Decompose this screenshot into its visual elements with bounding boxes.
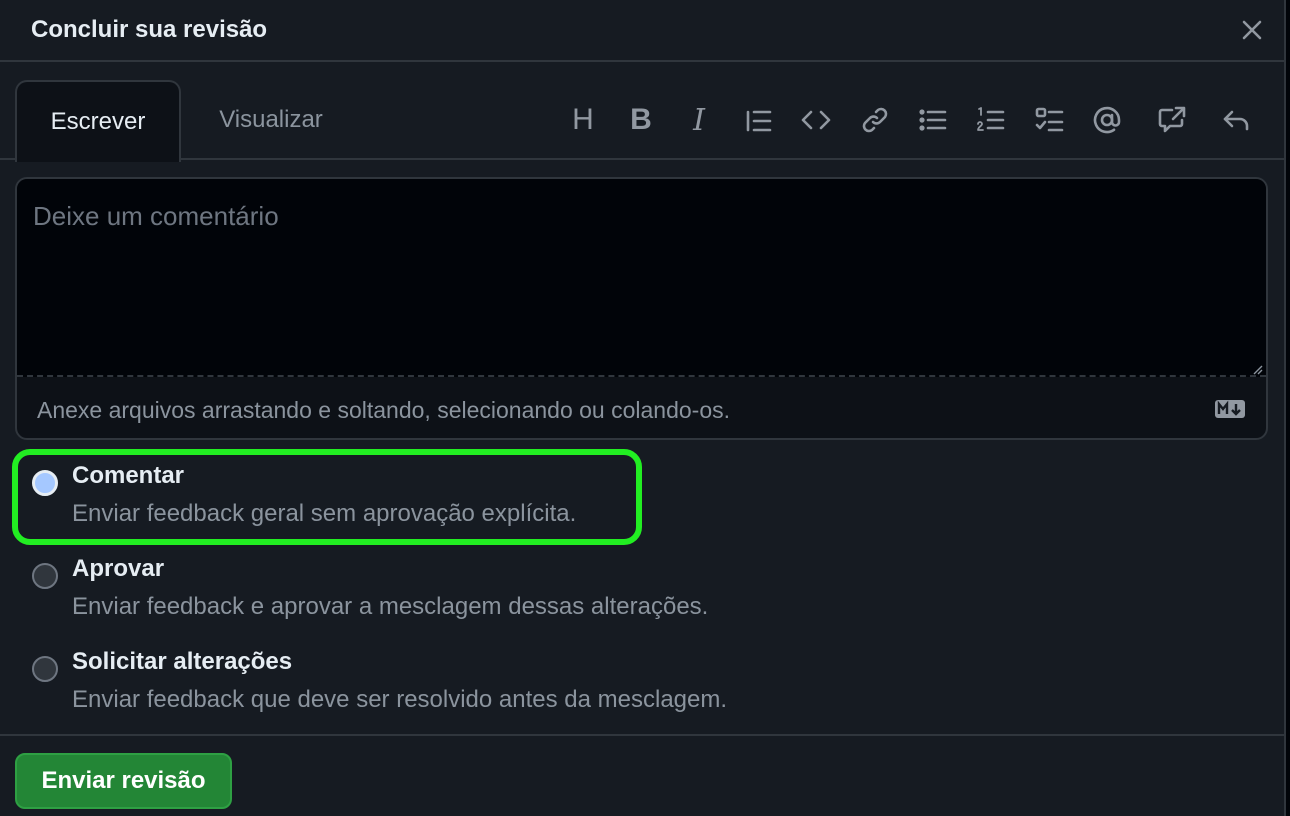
bold-icon: B [630, 103, 652, 136]
numbered-list-button[interactable] [969, 98, 1013, 142]
tab-write[interactable]: Escrever [15, 80, 181, 162]
numbered-list-icon [977, 107, 1005, 131]
reply-icon [1223, 110, 1249, 131]
bulleted-list-button[interactable] [911, 98, 955, 142]
dialog-title: Concluir sua revisão [31, 16, 268, 43]
option-description: Enviar feedback geral sem aprovação expl… [72, 500, 577, 527]
heading-button[interactable]: H [561, 98, 605, 142]
approve-radio[interactable] [32, 563, 58, 589]
attach-files-hint[interactable]: Anexe arquivos arrastando e soltando, se… [37, 397, 730, 424]
task-list-icon [1035, 107, 1064, 132]
footer-divider [0, 734, 1284, 736]
cross-reference-button[interactable] [1150, 98, 1194, 142]
comment-textarea[interactable] [17, 179, 1266, 377]
markdown-icon[interactable] [1214, 399, 1246, 419]
task-list-button[interactable] [1028, 98, 1072, 142]
tab-preview[interactable]: Visualizar [200, 80, 342, 160]
mention-icon [1093, 106, 1121, 134]
dialog-header: Concluir sua revisão [0, 0, 1284, 62]
review-option-approve[interactable]: Aprovar Enviar feedback e aprovar a mesc… [30, 555, 790, 635]
editor-tabbar: Escrever Visualizar H B I [0, 62, 1284, 162]
comment-editor: Anexe arquivos arrastando e soltando, se… [15, 177, 1268, 440]
review-option-comment[interactable]: Comentar Enviar feedback geral sem aprov… [30, 462, 790, 542]
cross-reference-icon [1158, 106, 1186, 133]
option-description: Enviar feedback que deve ser resolvido a… [72, 686, 728, 713]
heading-icon: H [572, 103, 594, 136]
quote-icon [746, 110, 772, 132]
submit-review-button[interactable]: Enviar revisão [15, 753, 232, 809]
option-label: Comentar [72, 462, 185, 489]
request-changes-radio[interactable] [32, 656, 58, 682]
resize-handle-icon[interactable] [1251, 363, 1263, 375]
review-option-request-changes[interactable]: Solicitar alterações Enviar feedback que… [30, 648, 790, 728]
reply-button[interactable] [1214, 98, 1258, 142]
italic-icon: I [693, 102, 705, 138]
italic-button[interactable]: I [677, 98, 721, 142]
option-label: Solicitar alterações [72, 648, 293, 675]
quote-button[interactable] [736, 98, 780, 142]
link-button[interactable] [853, 98, 897, 142]
close-icon [1242, 20, 1262, 40]
close-button[interactable] [1236, 14, 1268, 46]
bold-button[interactable]: B [619, 98, 663, 142]
comment-radio[interactable] [32, 470, 58, 496]
link-icon [862, 107, 888, 133]
option-label: Aprovar [72, 555, 165, 582]
code-icon [801, 110, 831, 130]
bulleted-list-icon [919, 109, 947, 131]
mention-button[interactable] [1085, 98, 1129, 142]
review-dialog: Concluir sua revisão Escrever Visualizar… [0, 0, 1286, 816]
option-description: Enviar feedback e aprovar a mesclagem de… [72, 593, 709, 620]
code-button[interactable] [794, 98, 838, 142]
